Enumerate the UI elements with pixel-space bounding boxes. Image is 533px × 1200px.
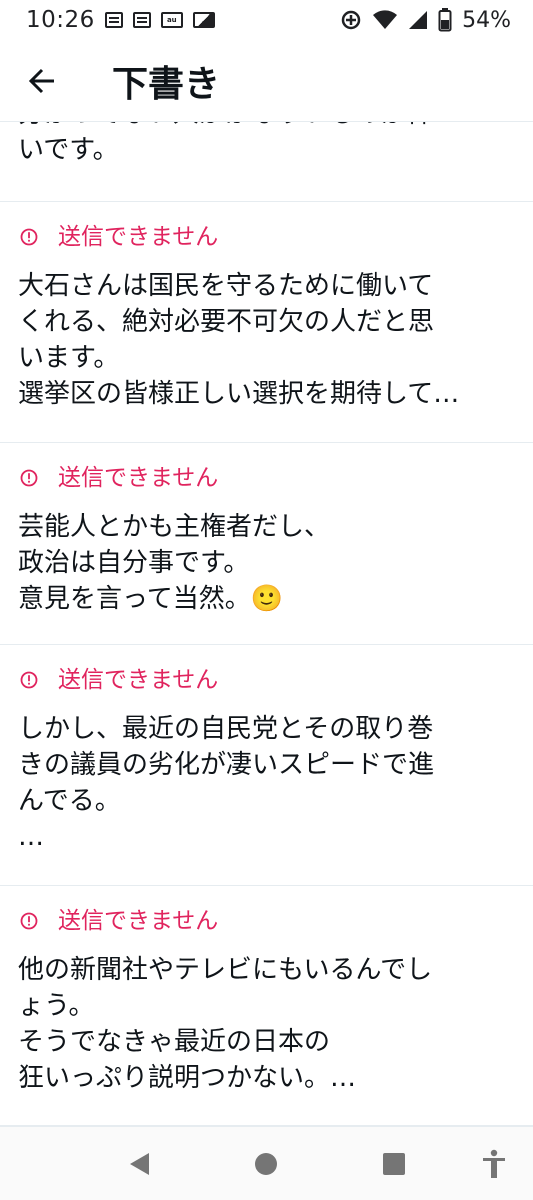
draft-text: 他の新聞社やテレビにもいるんでし ょう。 そうでなきゃ最近の日本の 狂いっぷり説… — [18, 955, 433, 1093]
battery-percent: 54% — [462, 7, 511, 33]
drafts-list[interactable]: 分かってない人がかなりいるのが怖 いです。 送信できません 大石さんは国民を守る… — [0, 122, 533, 1126]
error-message: 送信できません — [58, 908, 219, 934]
nav-back-button[interactable] — [124, 1149, 154, 1179]
draft-text: 分かってない人がかなりいるのが怖 いです。 — [18, 122, 433, 165]
nav-home-button[interactable] — [251, 1149, 281, 1179]
back-triangle-icon — [130, 1153, 149, 1175]
draft-item[interactable]: 送信できません 大石さんは国民を守るために働いて くれる、絶対必要不可欠の人だと… — [0, 202, 533, 443]
home-circle-icon — [255, 1153, 277, 1175]
error-message: 送信できません — [58, 667, 219, 693]
error-message: 送信できません — [58, 224, 219, 250]
recents-square-icon — [383, 1153, 405, 1175]
error-circle-icon — [20, 671, 38, 689]
draft-item[interactable]: 送信できません 他の新聞社やテレビにもいるんでし ょう。 そうでなきゃ最近の日本… — [0, 886, 533, 1126]
draft-text: しかし、最近の自民党とその取り巻 きの議員の劣化が凄いスピードで進 んでる。 … — [18, 714, 435, 852]
draft-item[interactable]: 送信できません 芸能人とかも主権者だし、 政治は自分事です。 意見を言って当然。… — [0, 443, 533, 645]
nav-accessibility-button[interactable] — [479, 1149, 509, 1179]
notification-au-icon: au — [160, 12, 183, 28]
back-button[interactable] — [12, 51, 72, 111]
error-row: 送信できません — [20, 463, 218, 493]
error-message: 送信できません — [58, 465, 219, 491]
accessibility-icon — [483, 1149, 505, 1178]
draft-text: 芸能人とかも主権者だし、 政治は自分事です。 意見を言って当然。🙂 — [18, 512, 331, 614]
nav-recents-button[interactable] — [379, 1149, 409, 1179]
battery-icon — [438, 8, 452, 32]
data-saver-icon — [341, 10, 361, 30]
error-row: 送信できません — [20, 906, 218, 936]
draft-text: 大石さんは国民を守るために働いて くれる、絶対必要不可欠の人だと思 います。 選… — [18, 271, 460, 409]
error-row: 送信できません — [20, 665, 218, 695]
status-left: 10:26 au — [26, 7, 215, 33]
drafts-screen: 10:26 au 54% 下書き いです。 送信できません 大石さんは国民を守る… — [0, 0, 533, 1200]
app-bar: 下書き — [0, 40, 533, 122]
status-time: 10:26 — [26, 7, 95, 33]
status-bar: 10:26 au 54% — [0, 0, 533, 40]
page-title: 下書き — [112, 63, 221, 105]
error-row: 送信できません — [20, 222, 218, 252]
wifi-icon — [373, 10, 398, 29]
error-circle-icon — [20, 912, 38, 930]
draft-item[interactable]: 送信できません しかし、最近の自民党とその取り巻 きの議員の劣化が凄いスピードで… — [0, 645, 533, 886]
back-arrow-icon — [28, 68, 54, 93]
error-circle-icon — [20, 469, 38, 487]
signal-icon — [409, 11, 428, 29]
system-nav-bar — [0, 1126, 533, 1200]
notification-doc-icon — [132, 12, 151, 28]
status-right: 54% — [340, 8, 511, 33]
error-circle-icon — [20, 228, 38, 246]
notification-news-icon — [104, 12, 123, 28]
draft-item[interactable]: 分かってない人がかなりいるのが怖 いです。 — [0, 122, 533, 202]
notification-image-icon — [192, 12, 215, 28]
